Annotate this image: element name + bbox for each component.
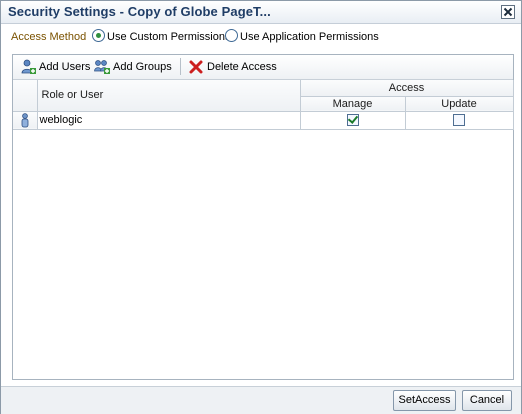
column-header-update[interactable]: Update [405,96,514,112]
access-method-row: Access Method Use Custom Permissions Use… [11,29,511,45]
user-icon [21,113,29,128]
manage-checkbox[interactable] [346,114,359,126]
dialog-footer: SetAccess Cancel [1,386,521,414]
close-icon[interactable] [501,5,515,19]
update-checkbox[interactable] [453,114,465,126]
column-header-manage[interactable]: Manage [300,96,406,112]
cancel-button[interactable]: Cancel [462,390,512,411]
permissions-toolbar: Add Users Add Groups Delete Access [13,55,513,80]
toolbar-divider [180,58,181,75]
set-access-button[interactable]: SetAccess [393,390,456,411]
add-groups-button[interactable]: Add Groups [94,59,174,76]
dialog-titlebar[interactable]: Security Settings - Copy of Globe PageT.… [1,1,521,24]
permissions-panel: Add Users Add Groups Delete Access Role … [12,54,514,380]
add-group-icon [94,60,110,74]
delete-access-button[interactable]: Delete Access [188,59,280,76]
row-user-name: weblogic [37,111,301,130]
add-users-button[interactable]: Add Users [20,59,92,76]
table-row[interactable]: weblogic [13,111,514,130]
add-user-icon [21,59,36,74]
row-header-corner [13,80,38,112]
custom-permissions-label[interactable]: Use Custom Permissions [107,31,230,43]
permissions-table: Role or User Access Manage Update weblog… [13,80,514,130]
column-group-access: Access [300,80,514,97]
add-groups-label: Add Groups [113,61,172,73]
security-settings-dialog: Security Settings - Copy of Globe PageT.… [0,0,522,414]
column-header-role[interactable]: Role or User [37,80,301,112]
application-permissions-radio[interactable] [225,29,238,42]
add-users-label: Add Users [39,61,91,73]
dialog-title: Security Settings - Copy of Globe PageT.… [8,4,271,19]
delete-access-label: Delete Access [207,61,277,73]
access-method-label: Access Method [11,31,87,43]
custom-permissions-radio[interactable] [92,29,105,42]
application-permissions-label[interactable]: Use Application Permissions [240,31,379,43]
delete-x-icon [189,60,203,74]
